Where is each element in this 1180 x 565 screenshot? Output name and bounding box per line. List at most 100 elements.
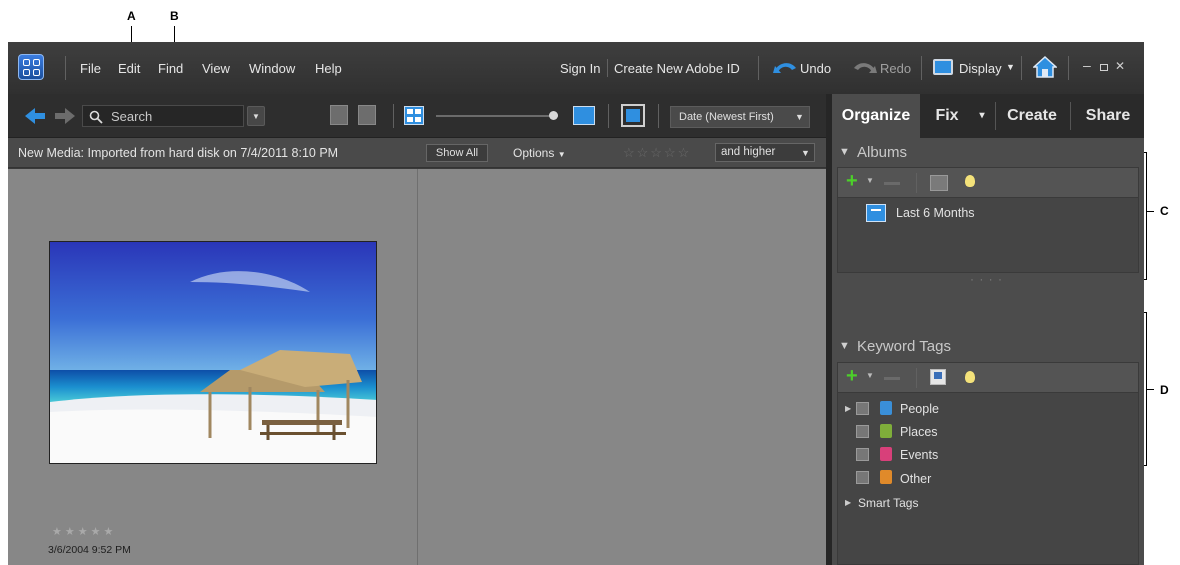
rotate-left-icon[interactable]	[330, 105, 348, 125]
menu-separator	[758, 56, 759, 80]
people-tag-icon	[880, 401, 892, 415]
edit-album-icon[interactable]	[930, 175, 948, 191]
menu-edit[interactable]: Edit	[118, 61, 140, 76]
media-info-bar: New Media: Imported from hard disk on 7/…	[8, 138, 826, 168]
beach-photo	[50, 242, 376, 463]
keyword-tags-panel-header[interactable]: ▼ Keyword Tags	[832, 334, 1144, 360]
expand-triangle-icon[interactable]: ▶	[845, 404, 851, 413]
sort-order-label: Date (Newest First)	[679, 111, 774, 123]
redo-icon[interactable]	[852, 60, 878, 76]
keyword-tags-toolbar: + ▼	[837, 362, 1139, 392]
toolbar-separator	[608, 104, 609, 128]
toolbar-separator	[393, 104, 394, 128]
show-all-button[interactable]: Show All	[426, 144, 488, 162]
photo-thumbnail[interactable]	[49, 241, 377, 464]
add-tag-icon[interactable]: +	[846, 365, 858, 388]
forward-arrow-icon[interactable]	[54, 107, 76, 125]
chevron-down-icon[interactable]: ▼	[866, 371, 874, 380]
minimize-icon[interactable]: –	[1083, 57, 1091, 73]
photo-rating-stars[interactable]: ★★★★★	[52, 525, 116, 538]
remove-album-icon[interactable]	[884, 182, 900, 185]
events-tag-icon	[880, 447, 892, 461]
fix-dropdown-icon[interactable]: ▾	[972, 94, 992, 138]
tab-create[interactable]: Create	[996, 94, 1068, 138]
menu-window[interactable]: Window	[249, 61, 295, 76]
task-pane: Organize Fix ▾ Create Share ▼ Albums + ▼	[832, 94, 1144, 565]
panel-resize-grip[interactable]: · · · ·	[970, 272, 1003, 286]
back-arrow-icon[interactable]	[24, 107, 46, 125]
chevron-down-icon: ▼	[252, 112, 260, 121]
lightbulb-icon[interactable]	[965, 371, 975, 383]
menu-separator	[607, 59, 608, 77]
rotate-right-icon[interactable]	[358, 105, 376, 125]
options-menu[interactable]: Options ▼	[513, 146, 566, 160]
maximize-icon[interactable]	[1100, 64, 1108, 71]
chevron-down-icon: ▼	[795, 112, 804, 122]
album-item-last-6-months[interactable]: Last 6 Months	[896, 206, 975, 220]
display-icon[interactable]	[933, 59, 953, 75]
home-icon[interactable]	[1033, 55, 1057, 79]
chevron-down-icon: ▼	[801, 148, 810, 158]
tab-fix[interactable]: Fix	[922, 94, 972, 138]
toolbar-separator	[916, 173, 917, 193]
albums-list: Last 6 Months	[837, 197, 1139, 273]
other-tag-icon	[880, 470, 892, 484]
tag-checkbox-places[interactable]	[856, 425, 869, 438]
lightbulb-icon[interactable]	[965, 175, 975, 187]
tab-share[interactable]: Share	[1072, 94, 1144, 138]
rating-filter-dropdown[interactable]: and higher ▼	[715, 143, 815, 162]
tag-other[interactable]: Other	[900, 472, 931, 486]
menu-separator	[921, 56, 922, 80]
expand-triangle-icon[interactable]: ▶	[845, 498, 851, 507]
sort-order-dropdown[interactable]: Date (Newest First) ▼	[670, 106, 810, 128]
tag-image-icon[interactable]	[930, 369, 946, 385]
single-photo-view-icon[interactable]	[573, 106, 595, 125]
chevron-down-icon[interactable]: ▼	[866, 176, 874, 185]
callout-a: A	[127, 9, 136, 23]
close-icon[interactable]: ✕	[1115, 59, 1125, 73]
menu-separator	[1021, 56, 1022, 80]
menu-help[interactable]: Help	[315, 61, 342, 76]
undo-button[interactable]: Undo	[800, 61, 831, 76]
toolbar-separator	[658, 104, 659, 128]
tag-checkbox-people[interactable]	[856, 402, 869, 415]
albums-panel-header[interactable]: ▼ Albums	[832, 140, 1144, 166]
tag-checkbox-events[interactable]	[856, 448, 869, 461]
remove-tag-icon[interactable]	[884, 377, 900, 380]
screenshot-root: A B C D File Edit Find View Window Help …	[0, 0, 1180, 565]
display-button[interactable]: Display	[959, 61, 1002, 76]
menu-find[interactable]: Find	[158, 61, 183, 76]
media-info-prefix: New Media:	[18, 146, 84, 160]
app-logo-icon[interactable]	[18, 54, 44, 80]
media-grid-divider	[417, 169, 418, 565]
sign-in-link[interactable]: Sign In	[560, 61, 600, 76]
redo-button[interactable]: Redo	[880, 61, 911, 76]
search-field[interactable]: Search	[82, 105, 244, 127]
tag-places[interactable]: Places	[900, 425, 938, 439]
create-adobe-id-link[interactable]: Create New Adobe ID	[614, 61, 740, 76]
tag-checkbox-other[interactable]	[856, 471, 869, 484]
full-screen-icon[interactable]	[621, 104, 645, 127]
smart-tags[interactable]: Smart Tags	[858, 496, 918, 510]
tag-people[interactable]: People	[900, 402, 939, 416]
collapse-triangle-icon[interactable]: ▼	[839, 340, 850, 352]
search-icon	[89, 110, 103, 124]
tab-organize[interactable]: Organize	[832, 94, 920, 138]
add-album-icon[interactable]: +	[846, 170, 858, 193]
media-info-detail: Imported from hard disk on 7/4/2011 8:10…	[87, 146, 339, 160]
search-dropdown-button[interactable]: ▼	[247, 106, 265, 126]
task-tabs: Organize Fix ▾ Create Share	[832, 94, 1144, 138]
keyword-tags-title: Keyword Tags	[857, 338, 951, 355]
search-input[interactable]: Search	[111, 109, 152, 124]
tag-events[interactable]: Events	[900, 448, 938, 462]
zoom-slider-track[interactable]	[436, 115, 558, 117]
callout-d-tick	[1146, 389, 1154, 390]
grid-view-icon[interactable]	[404, 106, 424, 125]
zoom-slider-handle[interactable]	[549, 111, 558, 120]
menu-view[interactable]: View	[202, 61, 230, 76]
rating-filter-stars[interactable]: ☆☆☆☆☆	[623, 145, 691, 161]
display-dropdown-icon[interactable]: ▼	[1006, 62, 1015, 72]
undo-icon[interactable]	[772, 60, 798, 76]
collapse-triangle-icon[interactable]: ▼	[839, 146, 850, 158]
menu-file[interactable]: File	[80, 61, 101, 76]
